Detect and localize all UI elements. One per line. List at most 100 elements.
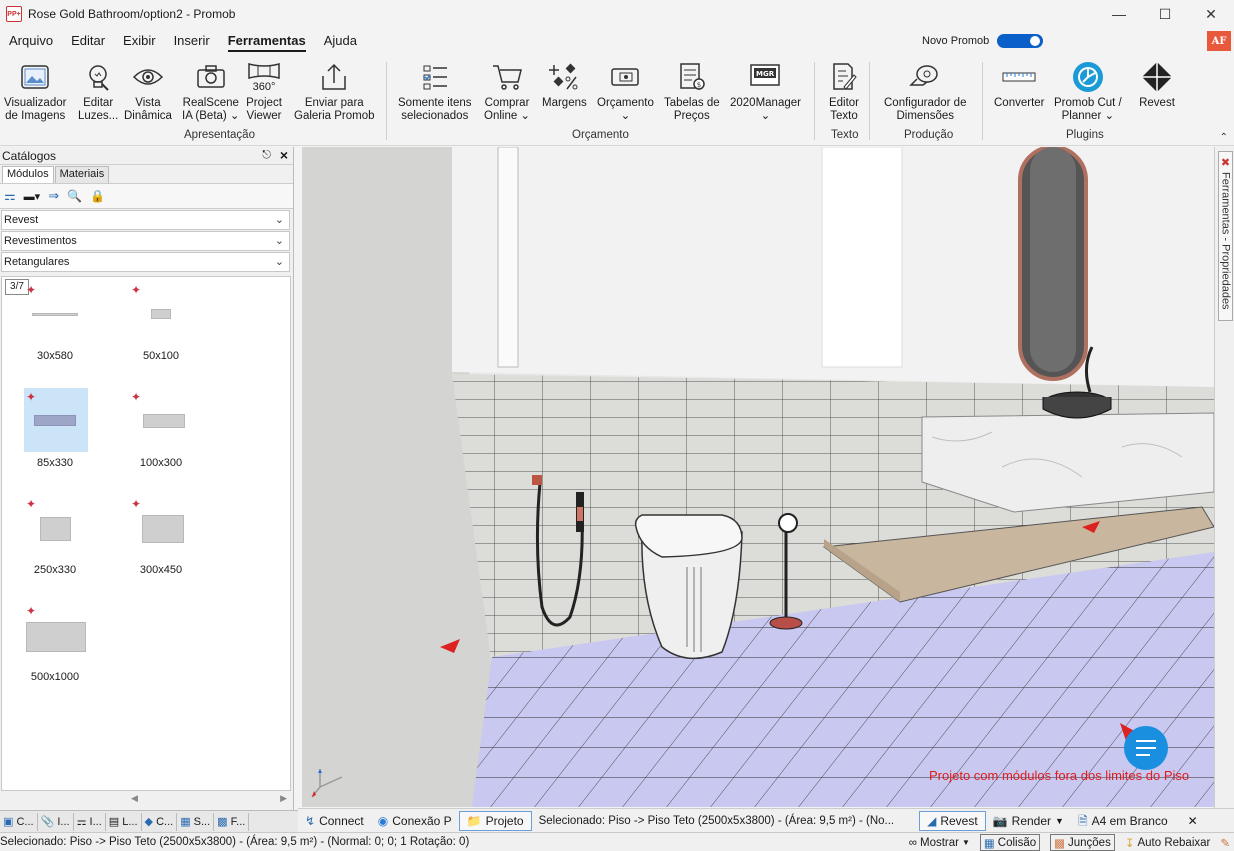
tab-materiais[interactable]: Materiais xyxy=(54,166,110,183)
tab-ferramentas-propriedades[interactable]: ✖ Ferramentas - Propriedades xyxy=(1218,151,1233,321)
bottom-tab-5[interactable]: ◆ C... xyxy=(142,812,178,831)
image-viewer-label1: Visualizador xyxy=(4,97,67,109)
find-icon[interactable]: 🔍 xyxy=(67,189,82,203)
connect-tab[interactable]: ↯ Connect xyxy=(298,811,371,831)
colisao-toggle[interactable]: ▦ Colisão xyxy=(979,834,1041,851)
text-editor-icon xyxy=(826,60,862,94)
buy-online-button[interactable]: Comprar Online ⌄ xyxy=(484,60,530,123)
conexao-tab[interactable]: ◉ Conexão P xyxy=(371,811,459,831)
bottom-tab-6[interactable]: ▦ S... xyxy=(177,812,215,831)
project-viewer-button[interactable]: 360° Project Viewer xyxy=(246,60,282,123)
panel-bottom-tabs: ▣ C... 📎 I... ⚎ I... ▤ L... ◆ C... ▦ S..… xyxy=(0,810,300,832)
converter-button[interactable]: Converter xyxy=(994,60,1045,110)
mostrar-dropdown[interactable]: ∞ Mostrar ▼ xyxy=(909,837,970,849)
bottom-tab-3[interactable]: ⚎ I... xyxy=(74,812,106,831)
bottom-tab-4[interactable]: ▤ L... xyxy=(106,812,142,831)
catalog-select-group[interactable]: Revestimentos ⌄ xyxy=(1,231,290,251)
magic-wand-icon: ✦ xyxy=(26,497,37,511)
margins-button[interactable]: Margens xyxy=(542,60,587,110)
menu-ajuda[interactable]: Ajuda xyxy=(315,28,366,54)
budget-button[interactable]: Orçamento ⌄ xyxy=(597,60,654,123)
minimize-button[interactable]: — xyxy=(1096,0,1142,28)
catalog-panel: Catálogos ⎋ × Módulos Materiais ⚎ ▬▾ ⇒ 🔍… xyxy=(0,147,294,810)
settings-icon[interactable]: ✎ xyxy=(1220,836,1230,850)
catalog-item-500x1000[interactable]: ✦ xyxy=(24,602,88,666)
tree-icon[interactable]: ⚎ xyxy=(4,188,16,204)
menu-editar[interactable]: Editar xyxy=(62,28,114,54)
conexao-label: Conexão P xyxy=(392,813,452,828)
selected-items-label2: selecionados xyxy=(401,110,469,122)
text-editor-button[interactable]: Editor Texto xyxy=(826,60,862,123)
3d-viewport[interactable]: Projeto com módulos fora dos limites do … xyxy=(302,147,1214,807)
group-texto: Texto xyxy=(831,129,859,141)
promob-cut-label1: Promob Cut / xyxy=(1054,97,1122,109)
catalog-horizontal-scrollbar[interactable]: ◀ ▶ xyxy=(1,792,291,806)
paper-layout-button[interactable]: 🗎 A4 em Branco xyxy=(1071,811,1175,831)
lock-icon[interactable]: 🔒 xyxy=(90,189,105,203)
maximize-button[interactable]: ☐ xyxy=(1142,0,1188,28)
buy-online-label2: Online ⌄ xyxy=(484,110,531,122)
list-dropdown-icon[interactable]: ▬▾ xyxy=(24,190,41,203)
collapse-ribbon-icon[interactable]: ⌃ xyxy=(1220,132,1228,143)
tree-icon: ⚎ xyxy=(76,815,87,828)
selected-items-button[interactable]: Somente itens selecionados xyxy=(398,60,472,123)
catalog-item-100x300[interactable]: ✦ xyxy=(129,388,193,452)
catalog-item-300x450[interactable]: ✦ xyxy=(129,495,193,559)
tab-modulos[interactable]: Módulos xyxy=(2,166,54,183)
bottom-tab-catalogos[interactable]: ▣ C... xyxy=(0,812,38,831)
window-title: Rose Gold Bathroom/option2 - Promob xyxy=(28,7,236,21)
image-viewer-button[interactable]: Visualizador de Imagens xyxy=(4,60,66,123)
bottom-tab-7[interactable]: ▩ F... xyxy=(214,812,250,831)
auto-rebaixar-toggle[interactable]: ↧ Auto Rebaixar xyxy=(1125,836,1211,850)
revest-button[interactable]: Revest xyxy=(1139,60,1175,110)
close-button[interactable]: ✕ xyxy=(1188,0,1234,28)
pin-icon[interactable]: ⎋ xyxy=(262,149,271,162)
import-icon[interactable]: ⇒ xyxy=(48,188,59,204)
catalog-item-250x330[interactable]: ✦ xyxy=(24,495,88,559)
connect-label: Connect xyxy=(319,813,364,828)
user-avatar[interactable]: AF xyxy=(1207,31,1231,51)
document-icon: 🗎 xyxy=(1077,813,1088,828)
price-tables-button[interactable]: $ Tabelas de Preços xyxy=(664,60,720,123)
render-button[interactable]: 📷 Render ▼ xyxy=(986,811,1071,831)
catalog-item-30x580[interactable]: ✦ xyxy=(24,281,88,345)
project-viewer-label2: Viewer xyxy=(246,110,282,122)
catalog-item-85x330[interactable]: ✦ xyxy=(24,388,88,452)
menu-exibir[interactable]: Exibir xyxy=(114,28,165,54)
catalog-item-label: 50x100 xyxy=(142,350,180,362)
menu-bar: Arquivo Editar Exibir Inserir Ferramenta… xyxy=(0,28,1234,54)
catalog-item-label: 30x580 xyxy=(36,350,74,362)
catalog-item-50x100[interactable]: ✦ xyxy=(129,281,193,345)
novo-promob-toggle[interactable] xyxy=(997,34,1044,48)
2020manager-button[interactable]: MGR 2020Manager ⌄ xyxy=(730,60,801,123)
render-icon: 📷 xyxy=(992,813,1008,828)
menu-inserir[interactable]: Inserir xyxy=(165,28,219,54)
close-panel-icon[interactable]: × xyxy=(280,147,288,163)
send-gallery-button[interactable]: Enviar para Galeria Promob xyxy=(294,60,375,123)
dimension-config-button[interactable]: Configurador de Dimensões xyxy=(884,60,966,123)
catalog-toolbar: ⚎ ▬▾ ⇒ 🔍 🔒 xyxy=(0,183,293,209)
catalog-select-subgroup[interactable]: Retangulares ⌄ xyxy=(1,252,290,272)
chevron-down-icon: ▼ xyxy=(1055,815,1064,826)
close-tab-icon[interactable]: ✕ xyxy=(1181,811,1205,831)
promob-cut-button[interactable]: Promob Cut / Planner ⌄ xyxy=(1054,60,1122,123)
edit-lights-button[interactable]: Editar Luzes... xyxy=(78,60,118,123)
catalog-title: Catálogos xyxy=(2,148,57,163)
magic-wand-icon: ✦ xyxy=(131,497,142,511)
dynamic-view-button[interactable]: Vista Dinâmica xyxy=(124,60,172,123)
revest-tab[interactable]: ◢ Revest xyxy=(919,810,986,831)
projeto-tab[interactable]: 📁 Projeto xyxy=(458,810,532,831)
menu-ferramentas[interactable]: Ferramentas xyxy=(219,28,315,54)
bottom-tab-2[interactable]: 📎 I... xyxy=(38,812,74,831)
ribbon: Visualizador de Imagens Editar Luzes... … xyxy=(0,54,1234,146)
svg-text:$: $ xyxy=(697,81,701,89)
realscene-button[interactable]: RealScene IA (Beta) ⌄ xyxy=(182,60,240,123)
tile-preview xyxy=(142,515,184,543)
magic-wand-icon: ✦ xyxy=(26,283,37,297)
menu-arquivo[interactable]: Arquivo xyxy=(0,28,62,54)
price-tables-label2: Preços xyxy=(673,110,710,122)
catalog-select-library[interactable]: Revest ⌄ xyxy=(1,210,290,230)
catalog-item-label: 100x300 xyxy=(139,457,183,469)
juncoes-toggle[interactable]: ▩ Junções xyxy=(1050,834,1115,851)
revest-label: Revest xyxy=(1139,97,1175,109)
